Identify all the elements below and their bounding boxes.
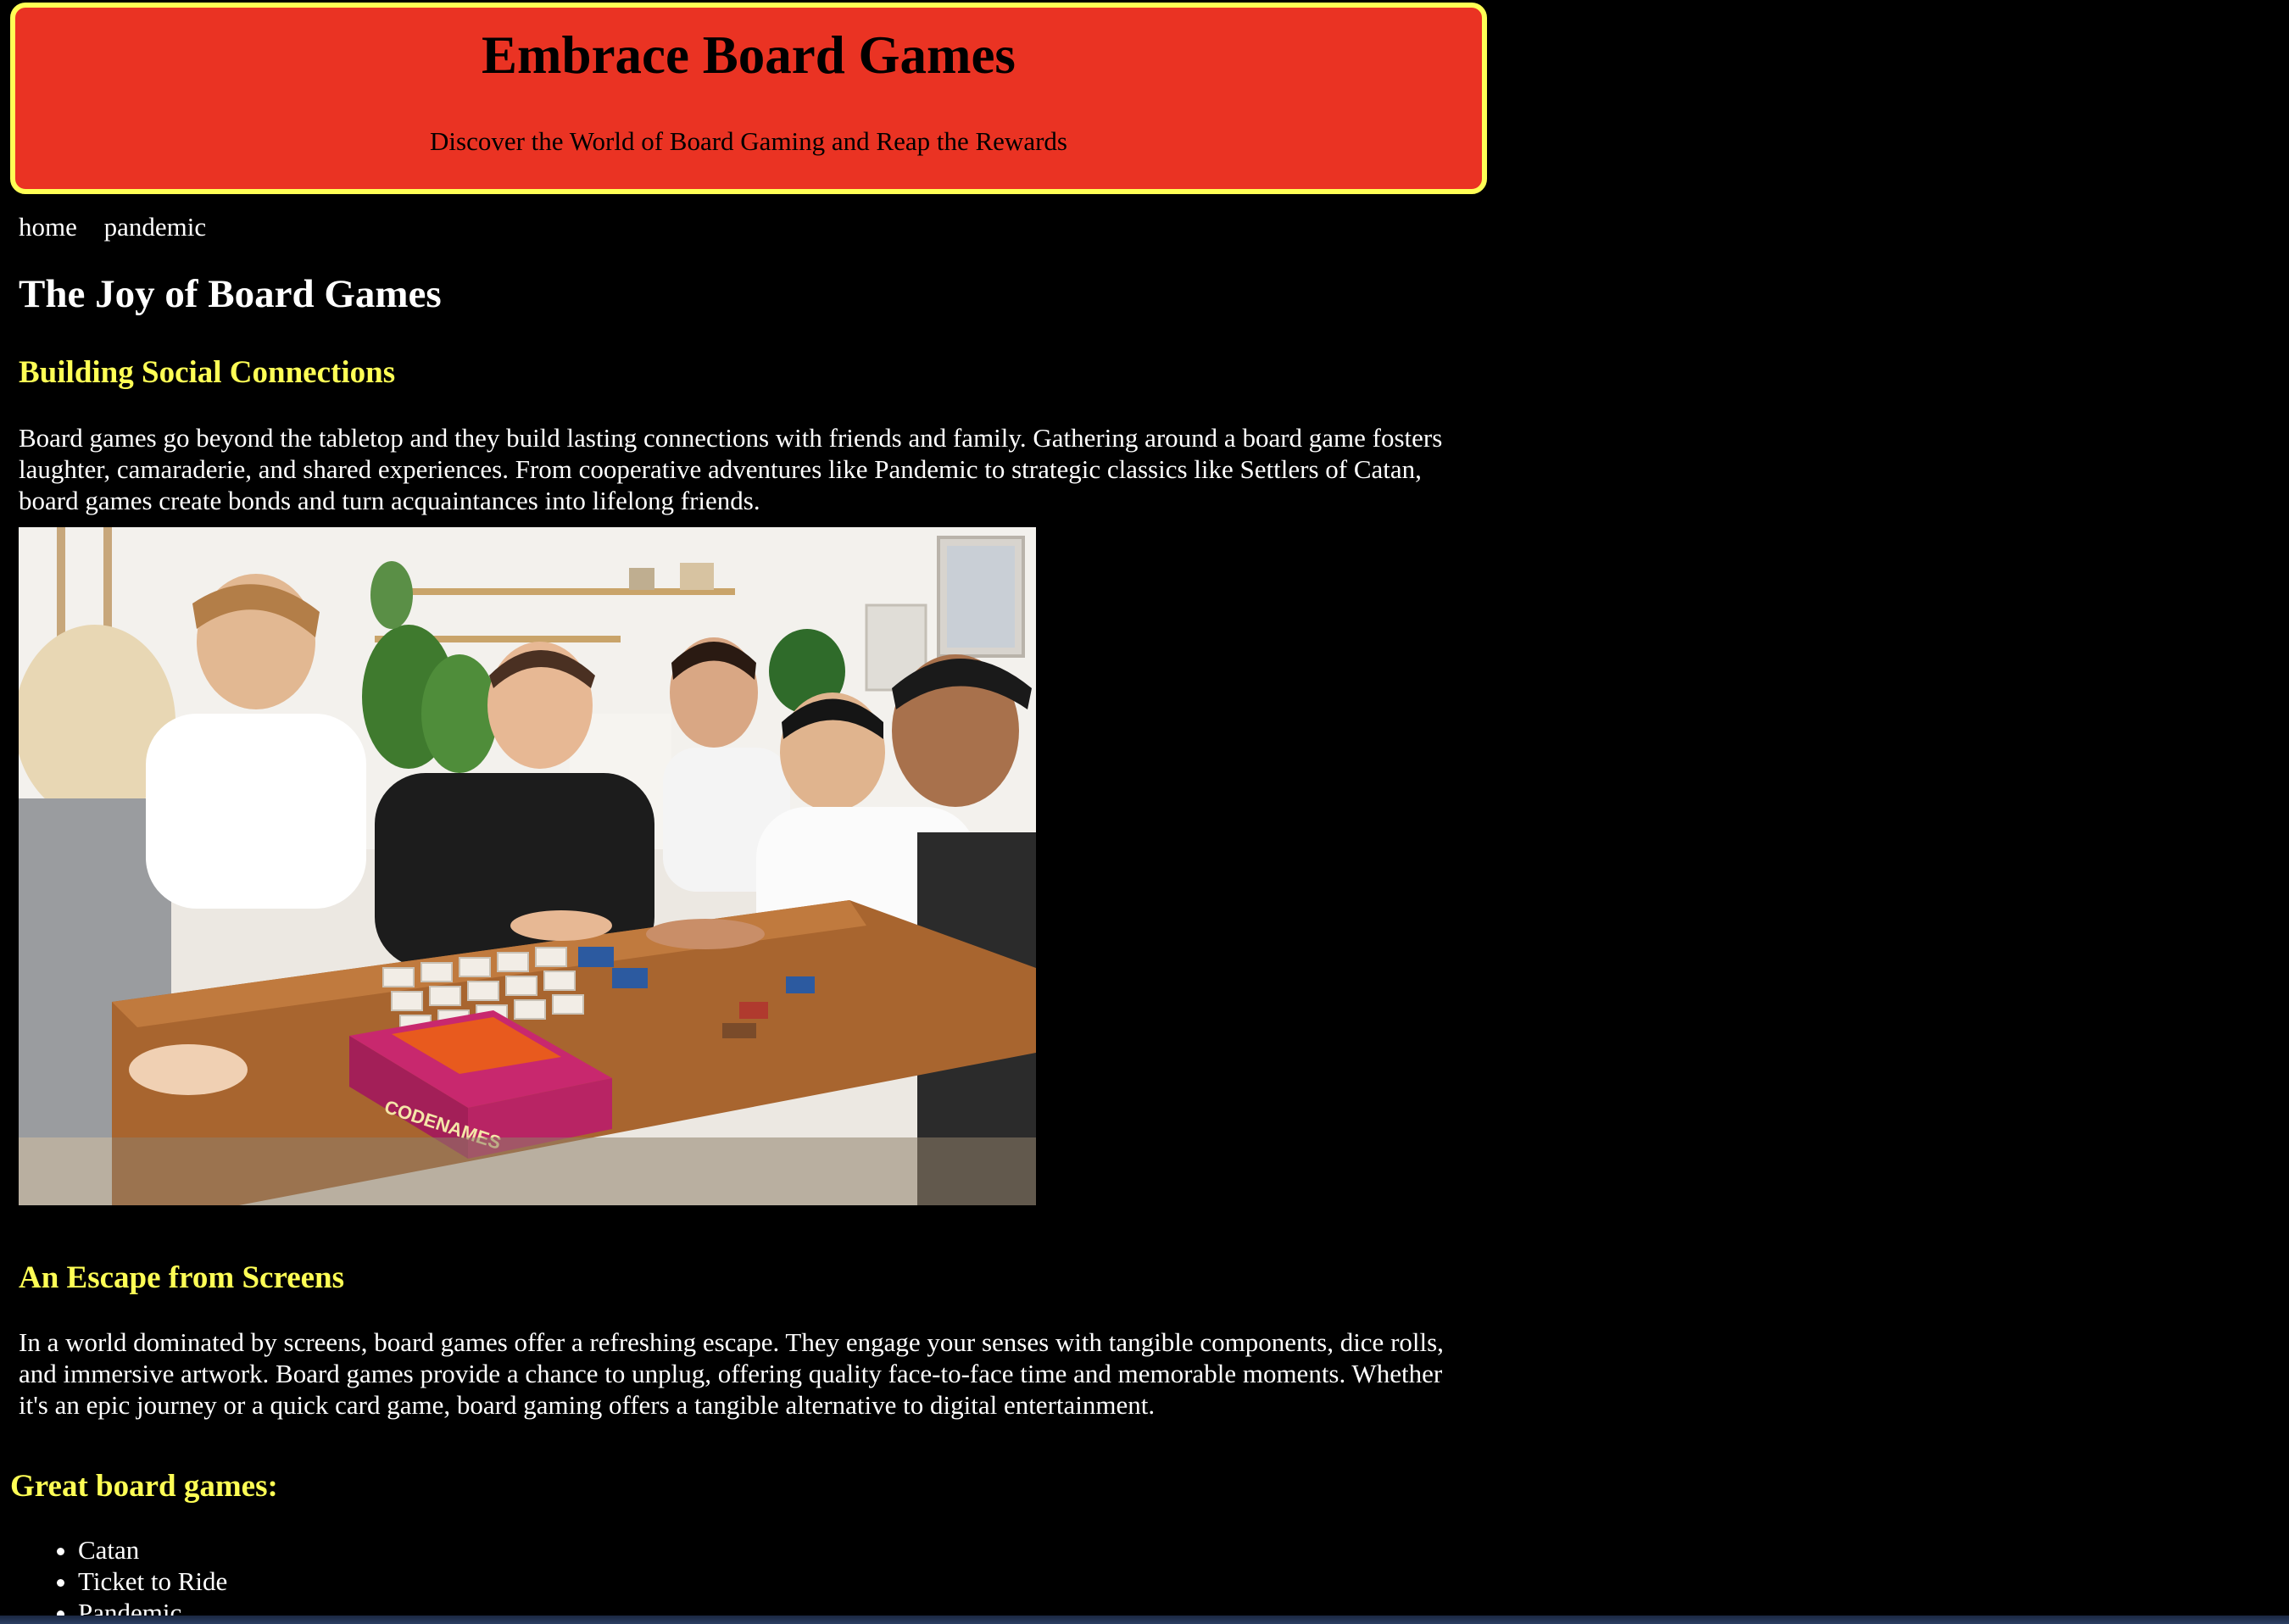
- site-tagline: Discover the World of Board Gaming and R…: [430, 126, 1067, 156]
- main-content: The Joy of Board Games Building Social C…: [19, 271, 1460, 1420]
- list-item: Pandemic: [78, 1597, 227, 1616]
- section-paragraph-escape: In a world dominated by screens, board g…: [19, 1327, 1444, 1420]
- list-item: Catan: [78, 1534, 227, 1566]
- main-nav: home pandemic: [19, 210, 226, 244]
- friends-playing-board-game-photo: CODENAMES: [19, 527, 1036, 1205]
- board-game-list: Catan Ticket to Ride Pandemic: [44, 1534, 227, 1616]
- section-heading-social: Building Social Connections: [19, 355, 396, 390]
- page-title: The Joy of Board Games: [19, 272, 442, 316]
- section-paragraph-social: Board games go beyond the tabletop and t…: [19, 423, 1443, 515]
- list-item: Ticket to Ride: [78, 1566, 227, 1597]
- nav-link-pandemic[interactable]: pandemic: [104, 212, 207, 242]
- site-title: Embrace Board Games: [482, 25, 1016, 85]
- page: Embrace Board Games Discover the World o…: [0, 0, 2289, 1616]
- site-header: Embrace Board Games Discover the World o…: [10, 3, 1487, 194]
- window-bottom-edge: [0, 1616, 2289, 1624]
- list-heading: Great board games:: [10, 1469, 278, 1504]
- nav-link-home[interactable]: home: [19, 212, 77, 242]
- section-heading-escape: An Escape from Screens: [19, 1260, 345, 1295]
